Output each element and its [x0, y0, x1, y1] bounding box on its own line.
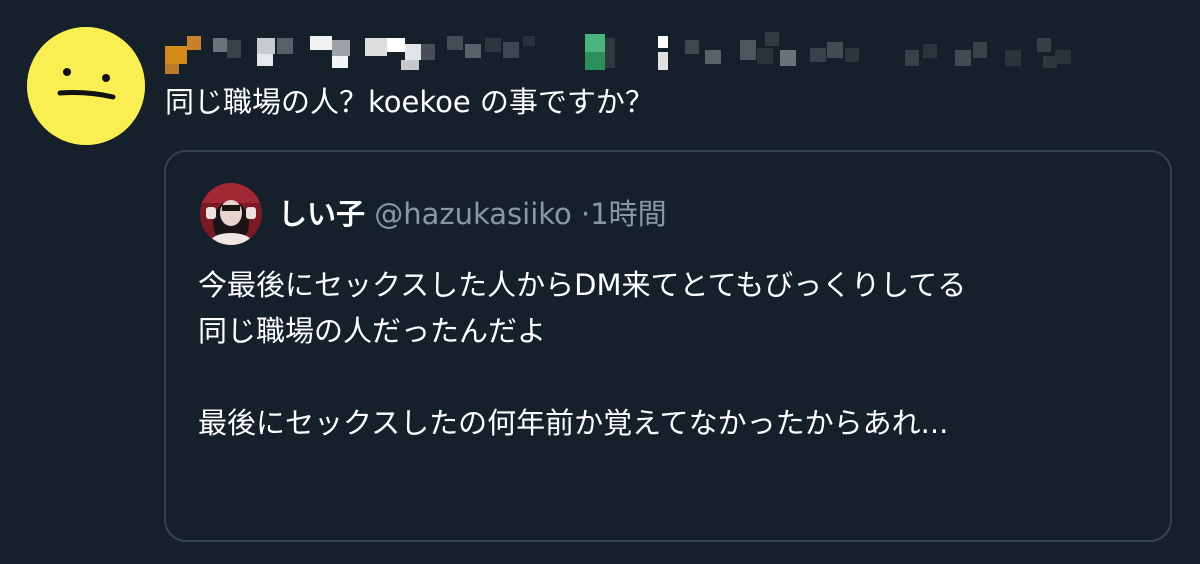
quoted-tweet-header: しい子 @hazukasiiko ·1時間 — [278, 194, 667, 234]
user-photo-avatar — [200, 183, 262, 245]
meta-separator: · — [581, 197, 591, 231]
neutral-face-icon — [27, 27, 145, 145]
quoted-author-handle[interactable]: @hazukasiiko — [374, 197, 572, 231]
quoted-tweet-text: 今最後にセックスした人からDM来てとてもびっくりしてる 同じ職場の人だったんだよ… — [198, 268, 967, 440]
quoted-tweet-time[interactable]: 1時間 — [590, 197, 666, 231]
author-avatar[interactable] — [27, 27, 145, 145]
tweet-text: 同じ職場の人？koekoe の事ですか？ — [165, 85, 654, 119]
quoted-tweet-card[interactable]: しい子 @hazukasiiko ·1時間 今最後にセックスした人からDM来てと… — [164, 150, 1172, 542]
quoted-author-avatar[interactable] — [200, 183, 262, 245]
author-name-censored[interactable] — [165, 30, 1185, 74]
quoted-author-name[interactable]: しい子 — [278, 197, 365, 231]
